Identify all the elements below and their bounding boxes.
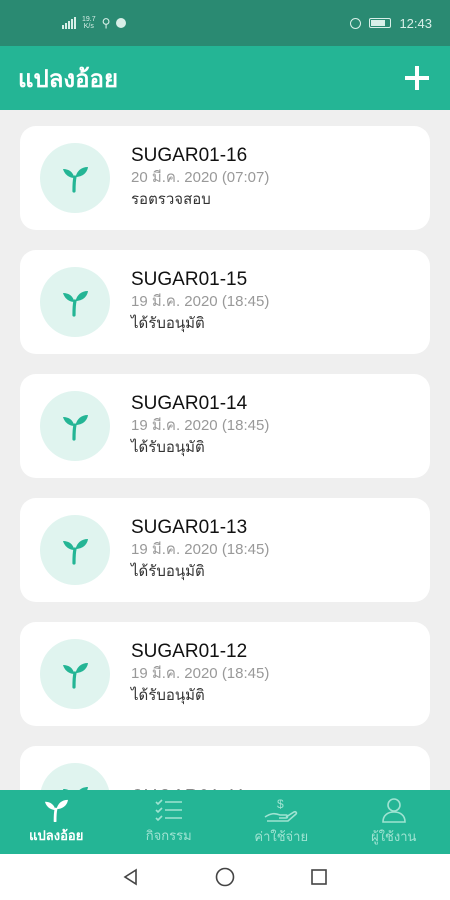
nav-item-2[interactable]: $ ค่าใช้จ่าย [225,790,338,854]
expense-icon: $ [263,797,299,823]
plot-name: SUGAR01-12 [131,641,248,662]
plot-status: ได้รับอนุมัติ [131,563,205,580]
plot-card[interactable]: SUGAR01-15 19 มี.ค. 2020 (18:45) ได้รับอนุ… [20,250,430,354]
add-button[interactable] [402,63,432,93]
sprout-icon [40,391,110,461]
plot-name: SUGAR01-13 [131,517,248,538]
usb-icon: ⚲ [101,16,111,30]
plot-date: 19 มี.ค. 2020 (18:45) [131,417,270,434]
plot-date: 19 มี.ค. 2020 (18:45) [131,665,270,682]
sprout-icon [40,515,110,585]
sprout-icon [42,798,70,822]
plot-name: SUGAR01-16 [131,145,248,166]
plot-card[interactable]: SUGAR01-12 19 มี.ค. 2020 (18:45) ได้รับอนุ… [20,622,430,726]
sprout-icon [40,763,110,790]
user-icon [381,797,407,823]
sprout-icon [40,267,110,337]
sprout-icon [40,143,110,213]
svg-text:$: $ [277,797,284,811]
plot-card[interactable]: SUGAR01-11 [20,746,430,790]
plot-status: รอตรวจสอบ [131,191,211,208]
plot-status: ได้รับอนุมัติ [131,315,205,332]
system-nav [0,854,450,900]
plot-name: SUGAR01-14 [131,393,248,414]
nav-label: กิจกรรม [145,828,192,843]
network-speed: 19.7 K/s [82,16,96,30]
back-button[interactable] [119,865,143,889]
home-circle-icon [215,867,235,887]
nav-label: ผู้ใช้งาน [371,829,417,844]
nav-label: ค่าใช้จ่าย [254,829,309,844]
bottom-nav: แปลงอ้อย กิจกรรม $ ค่าใช้จ่าย ผู้ใช้งาน [0,790,450,854]
messenger-icon [116,18,127,28]
page-title: แปลงอ้อย [18,65,119,93]
plot-card[interactable]: SUGAR01-13 19 มี.ค. 2020 (18:45) ได้รับอนุ… [20,498,430,602]
plot-list[interactable]: SUGAR01-16 20 มี.ค. 2020 (07:07) รอตรวจสอบ… [0,110,450,790]
recents-square-icon [311,869,327,885]
nav-item-3[interactable]: ผู้ใช้งาน [338,790,450,854]
plot-date: 19 มี.ค. 2020 (18:45) [131,293,270,310]
plot-info: SUGAR01-12 19 มี.ค. 2020 (18:45) ได้รับอนุ… [131,641,269,707]
plot-info: SUGAR01-15 19 มี.ค. 2020 (18:45) ได้รับอนุ… [131,269,269,335]
app-bar: แปลงอ้อย [0,46,450,110]
plot-info: SUGAR01-13 19 มี.ค. 2020 (18:45) ได้รับอนุ… [131,517,269,583]
plot-date: 20 มี.ค. 2020 (07:07) [131,169,270,186]
plot-status: ได้รับอนุมัติ [131,687,205,704]
battery-icon [369,18,392,28]
plot-name: SUGAR01-15 [131,269,248,290]
home-button[interactable] [213,865,237,889]
status-bar: 19.7 K/s ⚲ 12:43 [0,0,450,46]
clock: 12:43 [399,15,432,31]
back-triangle-icon [123,868,137,886]
plot-info: SUGAR01-14 19 มี.ค. 2020 (18:45) ได้รับอนุ… [131,393,269,459]
checklist-icon [154,798,184,822]
plot-card[interactable]: SUGAR01-14 19 มี.ค. 2020 (18:45) ได้รับอนุ… [20,374,430,478]
plot-status: ได้รับอนุมัติ [131,439,205,456]
plot-date: 19 มี.ค. 2020 (18:45) [131,541,270,558]
nav-label: แปลงอ้อย [29,828,84,843]
signal-icon [62,17,76,29]
sprout-icon [40,639,110,709]
plot-info: SUGAR01-16 20 มี.ค. 2020 (07:07) รอตรวจสอบ [131,145,269,211]
alarm-icon [350,17,362,29]
recents-button[interactable] [307,865,331,889]
nav-item-1[interactable]: กิจกรรม [113,790,226,854]
nav-item-0[interactable]: แปลงอ้อย [0,790,113,854]
plot-card[interactable]: SUGAR01-16 20 มี.ค. 2020 (07:07) รอตรวจสอบ [20,126,430,230]
